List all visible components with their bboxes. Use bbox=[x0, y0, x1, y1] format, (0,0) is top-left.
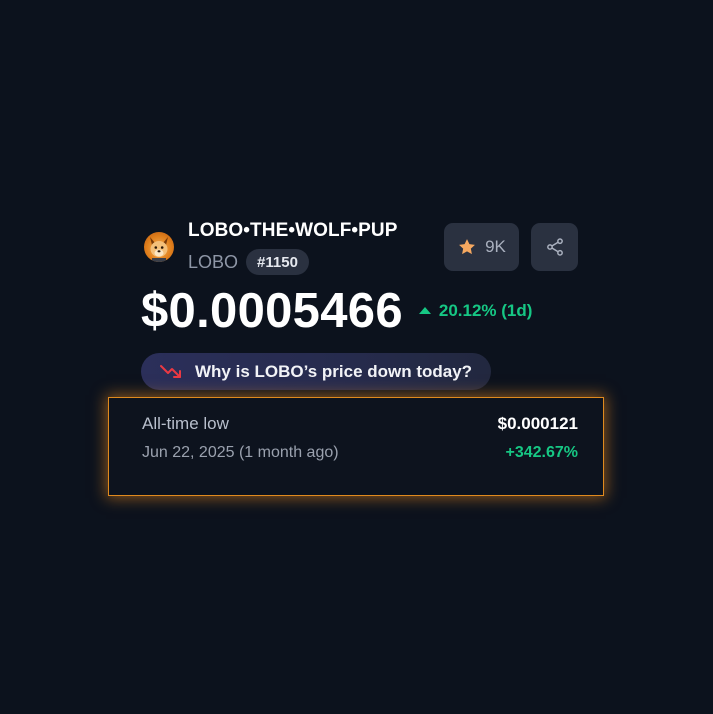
all-time-low-row: All-time low $0.000121 bbox=[142, 412, 578, 436]
all-time-low-change: +342.67% bbox=[505, 444, 578, 461]
all-time-low-value: $0.000121 bbox=[497, 414, 578, 433]
price-change-value: 20.12% (1d) bbox=[438, 301, 533, 320]
all-time-low-date: Jun 22, 2025 (1 month ago) bbox=[142, 444, 339, 461]
all-time-low-label: All-time low bbox=[142, 414, 229, 433]
watchlist-count: 9K bbox=[485, 237, 506, 256]
coin-name: LOBO•THE•WOLF•PUP bbox=[188, 220, 398, 241]
coin-logo bbox=[144, 232, 174, 262]
watchlist-button[interactable]: 9K bbox=[444, 223, 519, 271]
coin-price-widget: LOBO•THE•WOLF•PUP LOBO #1150 9K $0.00054… bbox=[0, 0, 713, 714]
triangle-up-icon bbox=[418, 306, 431, 314]
why-price-down-button[interactable]: Why is LOBO’s price down today? bbox=[141, 353, 491, 390]
share-icon bbox=[545, 237, 565, 257]
share-button[interactable] bbox=[531, 223, 578, 271]
price-change: 20.12% (1d) bbox=[418, 301, 533, 321]
star-icon bbox=[457, 237, 477, 257]
coin-header: LOBO•THE•WOLF•PUP LOBO #1150 9K bbox=[142, 220, 578, 276]
price-row: $0.0005466 20.12% (1d) bbox=[141, 282, 532, 340]
all-time-low-card: All-time low $0.000121 Jun 22, 2025 (1 m… bbox=[108, 397, 604, 496]
coin-symbol: LOBO bbox=[188, 251, 239, 272]
all-time-low-detail-row: Jun 22, 2025 (1 month ago) +342.67% bbox=[142, 441, 578, 465]
rank-badge: #1150 bbox=[246, 249, 309, 275]
current-price: $0.0005466 bbox=[141, 284, 403, 338]
trend-down-icon bbox=[160, 364, 182, 380]
wolf-pup-logo-icon bbox=[150, 237, 168, 262]
coin-subtitle: LOBO #1150 bbox=[188, 248, 309, 276]
why-price-down-label: Why is LOBO’s price down today? bbox=[195, 361, 473, 381]
